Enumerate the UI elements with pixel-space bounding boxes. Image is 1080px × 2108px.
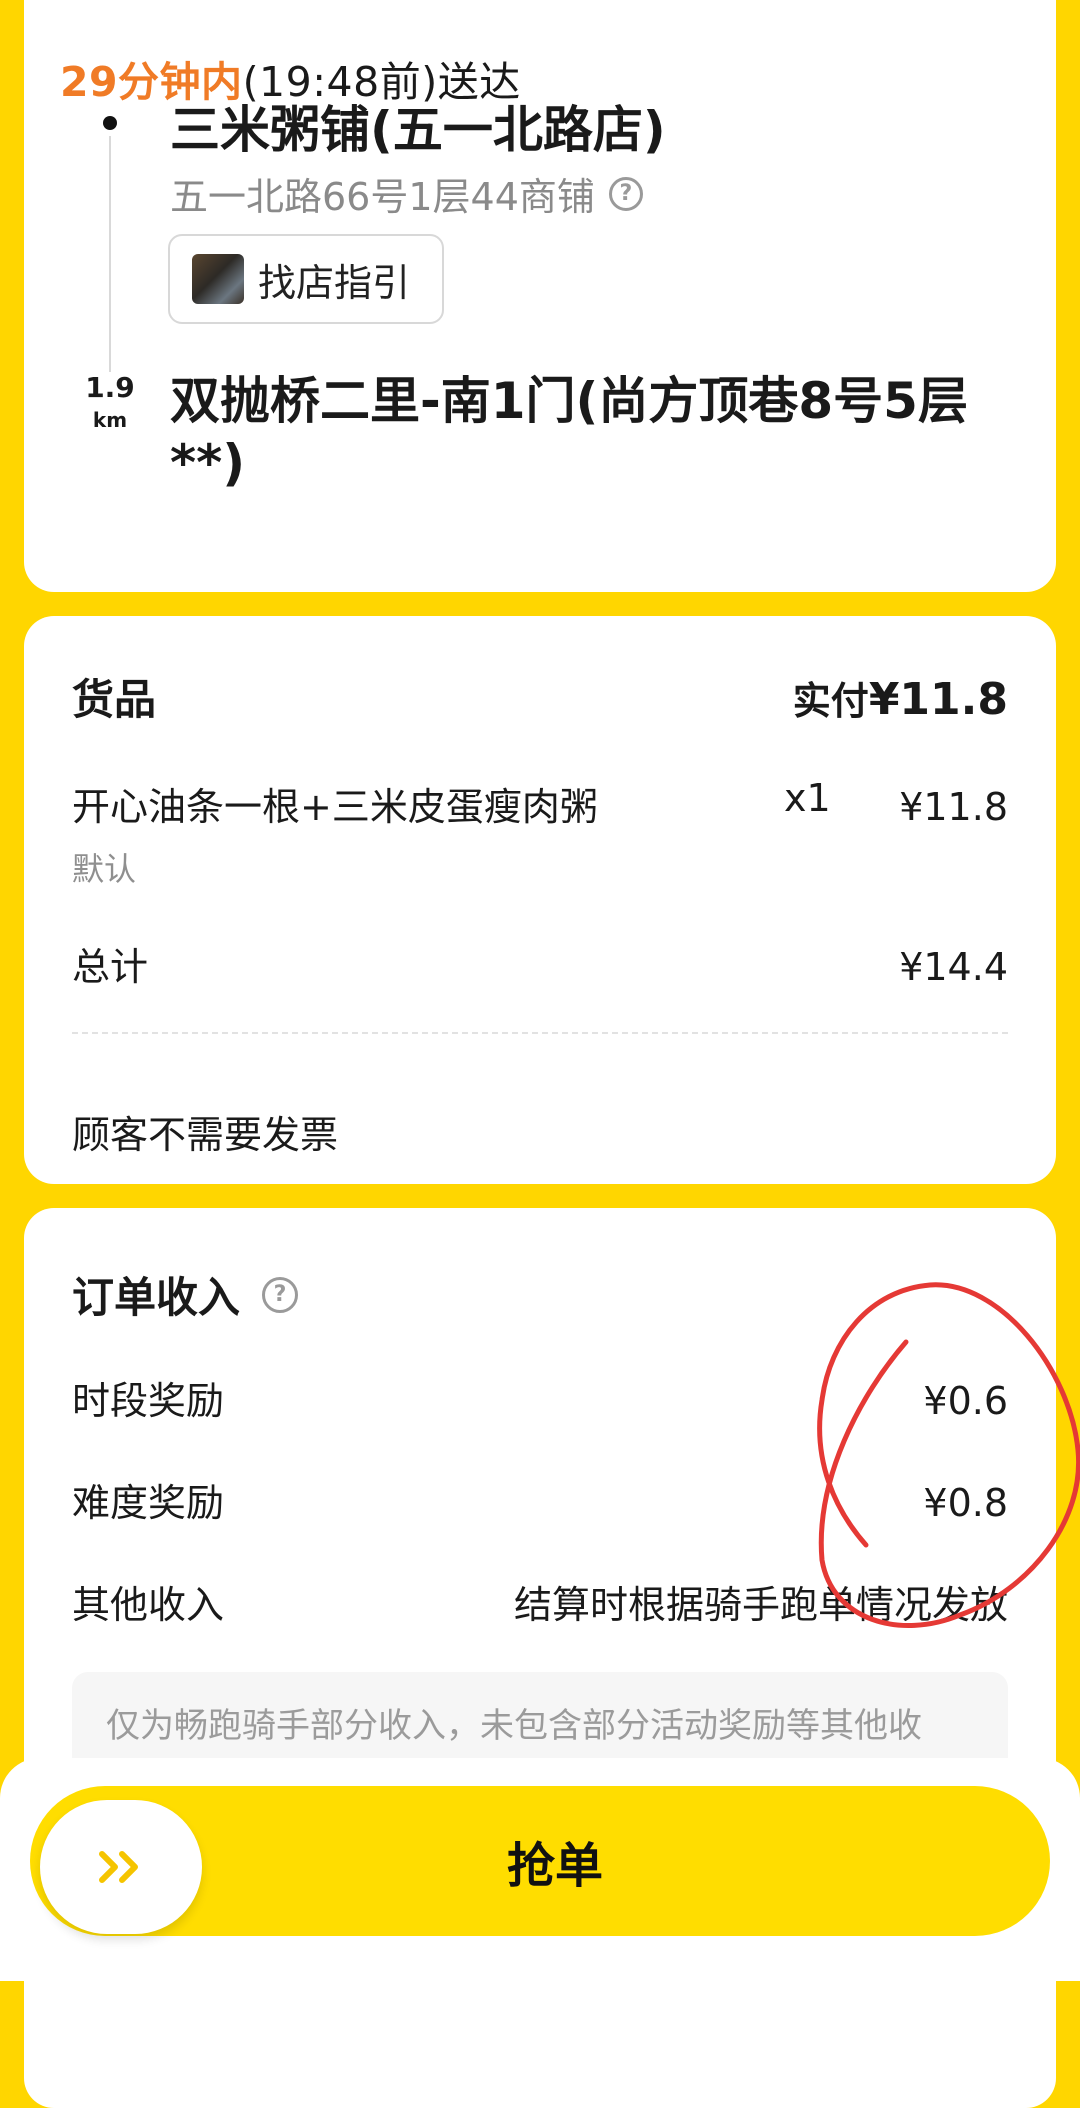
goods-title: 货品 [72, 675, 157, 724]
item-quantity: x1 [784, 776, 831, 820]
goods-item-row: 开心油条一根+三米皮蛋瘦肉粥 x1 ¥11.8 [72, 776, 1008, 831]
route-start-dot [103, 116, 117, 130]
income-row-value: ¥0.6 [923, 1379, 1008, 1423]
item-spec: 默认 [72, 850, 137, 888]
income-title: 订单收入 ? [72, 1264, 299, 1325]
total-row: 总计 ¥14.4 [72, 936, 1008, 991]
income-row-label: 其他收入 [72, 1583, 225, 1627]
shop-address: 五一北路66号1层44商铺 ? [170, 166, 643, 221]
route-card: 29分钟内(19:48前)送达 三米粥铺(五一北路店) 五一北路66号1层44商… [24, 0, 1056, 592]
distance-unit: km [92, 408, 128, 432]
income-row-value: 结算时根据骑手跑单情况发放 [513, 1583, 1008, 1627]
bottom-action-bar: 抢单 [0, 1758, 1080, 1981]
goods-header: 货品 实付¥11.8 [72, 666, 1008, 727]
income-row-label: 时段奖励 [72, 1379, 225, 1423]
shop-address-text: 五一北路66号1层44商铺 [170, 175, 595, 219]
item-price: ¥11.8 [899, 785, 1008, 829]
paid-value: ¥11.8 [868, 674, 1008, 725]
income-title-text: 订单收入 [72, 1273, 241, 1322]
help-icon[interactable]: ? [608, 176, 643, 211]
paid-amount: 实付¥11.8 [793, 670, 1008, 725]
dashed-divider [72, 1032, 1008, 1034]
income-row: 时段奖励 ¥0.6 [72, 1370, 1008, 1425]
income-row: 其他收入 结算时根据骑手跑单情况发放 [72, 1574, 1008, 1629]
invoice-note: 顾客不需要发票 [72, 1113, 339, 1157]
store-guide-button[interactable]: 找店指引 [168, 234, 444, 324]
slide-handle[interactable] [40, 1800, 202, 1934]
store-guide-label: 找店指引 [258, 260, 411, 305]
goods-card: 货品 实付¥11.8 开心油条一根+三米皮蛋瘦肉粥 x1 ¥11.8 默认 总计… [24, 616, 1056, 1184]
distance: 1.9 km [80, 371, 140, 432]
income-row-label: 难度奖励 [72, 1481, 225, 1525]
distance-value: 1.9 [85, 371, 135, 404]
income-row: 难度奖励 ¥0.8 [72, 1472, 1008, 1527]
double-chevron-right-icon [99, 1851, 138, 1883]
total-value: ¥14.4 [899, 945, 1008, 989]
store-photo-thumbnail [192, 254, 244, 304]
destination-address: 双抛桥二里-南1门(尚方顶巷8号5层**) [170, 372, 968, 492]
route-line [109, 136, 111, 372]
grab-order-button[interactable]: 抢单 [30, 1786, 1050, 1936]
shop-name: 三米粥铺(五一北路店) [170, 101, 666, 159]
help-icon[interactable]: ? [262, 1276, 299, 1313]
item-name: 开心油条一根+三米皮蛋瘦肉粥 [72, 785, 598, 829]
total-label: 总计 [72, 945, 149, 989]
paid-label: 实付 [792, 679, 869, 723]
income-row-value: ¥0.8 [923, 1481, 1008, 1525]
